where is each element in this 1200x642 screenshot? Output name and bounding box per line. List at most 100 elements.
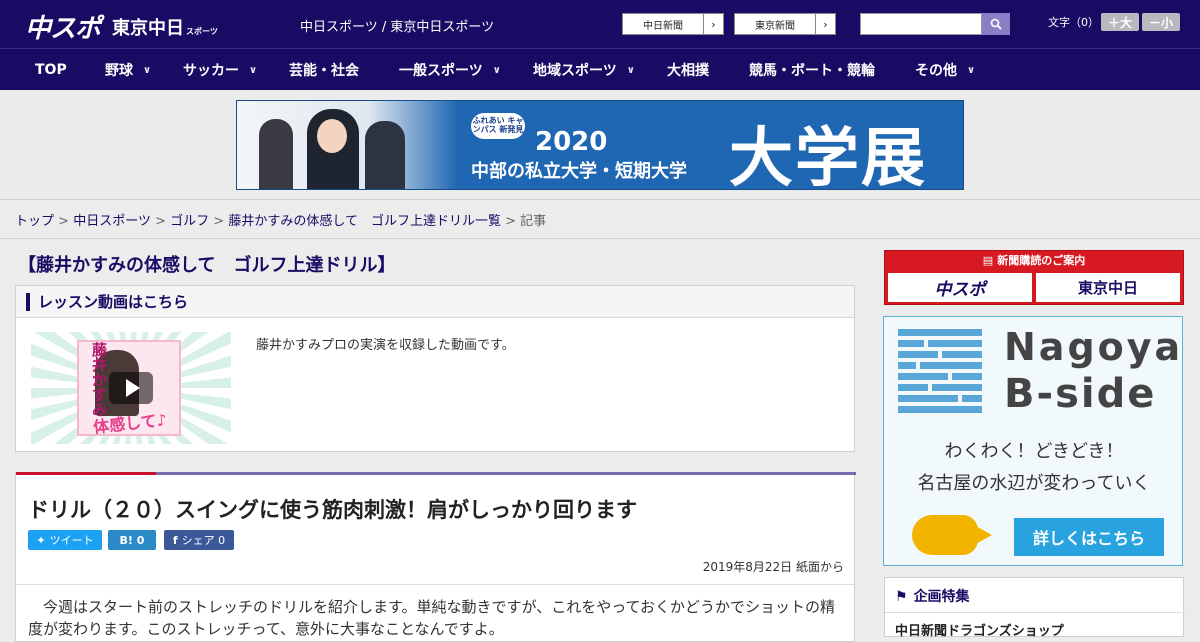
font-size-label: 文字（0） bbox=[1048, 16, 1099, 29]
subscription-heading: ▤ 新聞購読のご案内 bbox=[885, 251, 1183, 269]
twitter-icon: ✦ bbox=[36, 533, 46, 547]
banner-subtitle: 中部の私立大学・短期大学 bbox=[471, 161, 687, 182]
subscribe-tokyo-chunichi: 東京中日 bbox=[1036, 273, 1180, 302]
banner-face bbox=[317, 119, 347, 153]
banner-photo bbox=[237, 101, 457, 189]
chunichi-shimbun-label: 中日新聞 bbox=[643, 20, 683, 32]
chevron-right-icon: › bbox=[703, 14, 723, 34]
search-icon bbox=[990, 18, 1002, 30]
nav-label: 地域スポーツ bbox=[533, 63, 617, 79]
banner-badge: ふれあい キャンパス 新発見 bbox=[471, 113, 525, 139]
breadcrumb-top[interactable]: トップ bbox=[15, 214, 54, 229]
article: ドリル（２０）スイングに使う筋肉刺激！肩がしっかり回ります ✦ ツイート B! 0… bbox=[15, 472, 856, 642]
bside-tagline-1: わくわく！どきどき！ bbox=[944, 441, 1124, 462]
nagoya-bside-banner[interactable]: Nagoya B-side わくわく！どきどき！ 名古屋の水辺が変わっていく 詳… bbox=[883, 316, 1183, 566]
thumb-vertical-text: 藤井かすみ bbox=[90, 342, 108, 417]
breadcrumb-golf[interactable]: ゴルフ bbox=[170, 214, 209, 229]
heading-bar bbox=[26, 292, 30, 311]
bside-cta-button[interactable]: 詳しくはこちら bbox=[1014, 518, 1164, 556]
nav-label: 競馬・ボート・競輪 bbox=[749, 63, 875, 79]
lesson-description: 藤井かすみプロの実演を収録した動画です。 bbox=[256, 338, 515, 353]
nav-item-entertainment[interactable]: 芸能・社会 bbox=[289, 49, 359, 91]
lesson-video-box: レッスン動画はこちら 藤井かすみ 体感して♪ 藤井かすみプロの実演を収録した動画… bbox=[15, 285, 855, 452]
nav-item-baseball[interactable]: 野球 ∨ bbox=[105, 49, 151, 91]
breadcrumb-chunichi-sports[interactable]: 中日スポーツ bbox=[73, 214, 151, 229]
chevron-right-icon: › bbox=[815, 14, 835, 34]
tweet-label: ツイート bbox=[49, 534, 94, 547]
breadcrumb-series[interactable]: 藤井かすみの体感して ゴルフ上達ドリル一覧 bbox=[228, 214, 501, 229]
feature-heading-text: 企画特集 bbox=[913, 589, 970, 605]
lesson-video-thumbnail[interactable]: 藤井かすみ 体感して♪ bbox=[31, 332, 231, 444]
university-fair-banner[interactable]: ふれあい キャンパス 新発見 2020 中部の私立大学・短期大学 大学展 bbox=[236, 100, 964, 190]
banner-year: 2020 bbox=[535, 127, 608, 157]
bside-logo-blocks bbox=[898, 329, 982, 413]
tokyo-shimbun-label: 東京新聞 bbox=[755, 20, 795, 32]
nav-label: 芸能・社会 bbox=[289, 63, 359, 79]
play-icon[interactable] bbox=[109, 372, 153, 404]
nav-item-others[interactable]: その他 ∨ bbox=[915, 49, 975, 91]
ad-banner-area: ふれあい キャンパス 新発見 2020 中部の私立大学・短期大学 大学展 bbox=[0, 90, 1200, 200]
bside-name-line2: B-side bbox=[1004, 371, 1157, 417]
feature-box: ⚑ 企画特集 中日新聞ドラゴンズショップ bbox=[884, 577, 1185, 639]
article-body: 今週はスタート前のストレッチのドリルを紹介します。単純な動きですが、これをやって… bbox=[28, 598, 836, 638]
site-link[interactable]: 中日スポーツ / 東京中日スポーツ bbox=[300, 16, 494, 35]
series-title: 【藤井かすみの体感して ゴルフ上達ドリル】 bbox=[18, 255, 396, 276]
nav-item-top[interactable]: TOP bbox=[35, 49, 67, 91]
hatena-label: B! 0 bbox=[119, 533, 145, 547]
breadcrumb-current: 記事 bbox=[520, 214, 547, 229]
breadcrumb-separator: > bbox=[155, 214, 166, 229]
tweet-button[interactable]: ✦ ツイート bbox=[28, 530, 102, 550]
hatena-bookmark-button[interactable]: B! 0 bbox=[108, 530, 156, 550]
breadcrumb-separator: > bbox=[505, 214, 517, 229]
chevron-down-icon: ∨ bbox=[143, 64, 152, 76]
ribbon-icon: ⚑ bbox=[895, 589, 908, 605]
article-date: 2019年8月22日 紙面から bbox=[702, 560, 844, 574]
article-top-bar-accent bbox=[16, 472, 156, 475]
chevron-down-icon: ∨ bbox=[492, 64, 501, 76]
tokyo-chunichi-logo[interactable]: 東京中日 スポーツ bbox=[112, 14, 218, 40]
nav-label: TOP bbox=[35, 62, 67, 78]
tokyo-shimbun-button[interactable]: 東京新聞 › bbox=[734, 13, 836, 35]
chunichi-sports-logo[interactable]: 中スポ bbox=[25, 8, 101, 45]
ebi-fry-mascot-icon bbox=[912, 515, 992, 555]
divider bbox=[0, 238, 1200, 239]
search-input[interactable] bbox=[860, 13, 982, 35]
subscription-heading-text: 新聞購読のご案内 bbox=[997, 254, 1086, 267]
font-larger-button[interactable]: ＋大 bbox=[1101, 13, 1139, 31]
search-button[interactable] bbox=[982, 13, 1010, 35]
article-top-bar bbox=[16, 472, 856, 475]
bside-tagline-2: 名古屋の水辺が変わっていく bbox=[917, 473, 1151, 494]
font-smaller-button[interactable]: －小 bbox=[1142, 13, 1180, 31]
tokyo-logo-small: スポーツ bbox=[186, 27, 218, 36]
nav-item-general-sports[interactable]: 一般スポーツ ∨ bbox=[399, 49, 501, 91]
divider bbox=[16, 584, 854, 585]
banner-big-text: 大学展 bbox=[729, 122, 927, 190]
nav-item-racing[interactable]: 競馬・ボート・競輪 bbox=[749, 49, 875, 91]
bside-name-line1: Nagoya bbox=[1004, 325, 1184, 369]
chevron-down-icon: ∨ bbox=[249, 64, 258, 76]
lesson-heading-text: レッスン動画はこちら bbox=[38, 293, 189, 311]
banner-person bbox=[365, 121, 405, 189]
feature-heading: ⚑ 企画特集 bbox=[895, 586, 970, 606]
site-header: 中スポ 東京中日 スポーツ 中日スポーツ / 東京中日スポーツ 中日新聞 › 東京… bbox=[0, 0, 1200, 48]
breadcrumb-separator: > bbox=[213, 214, 225, 229]
chevron-down-icon: ∨ bbox=[626, 64, 635, 76]
nav-label: サッカー bbox=[183, 63, 239, 79]
nav-item-regional-sports[interactable]: 地域スポーツ ∨ bbox=[533, 49, 635, 91]
tokyo-logo-text: 東京中日 bbox=[112, 18, 184, 39]
facebook-share-button[interactable]: f シェア 0 bbox=[164, 530, 234, 550]
nav-item-soccer[interactable]: サッカー ∨ bbox=[183, 49, 257, 91]
nav-label: 野球 bbox=[105, 63, 133, 79]
nav-item-sumo[interactable]: 大相撲 bbox=[667, 49, 709, 91]
nav-label: 大相撲 bbox=[667, 63, 709, 79]
facebook-icon: f bbox=[172, 533, 178, 547]
chunichi-shimbun-button[interactable]: 中日新聞 › bbox=[622, 13, 724, 35]
facebook-label: シェア 0 bbox=[181, 534, 226, 547]
main-nav: TOP 野球 ∨ サッカー ∨ 芸能・社会 一般スポーツ ∨ 地域スポーツ ∨ 大相撲 … bbox=[0, 48, 1200, 90]
nav-label: 一般スポーツ bbox=[399, 63, 483, 79]
newspaper-icon: ▤ bbox=[982, 253, 994, 267]
chevron-down-icon: ∨ bbox=[967, 64, 976, 76]
lesson-heading: レッスン動画はこちら bbox=[16, 286, 854, 318]
subscription-banner[interactable]: ▤ 新聞購読のご案内 中スポ 東京中日 bbox=[884, 250, 1184, 305]
subscribe-chunichi-sports: 中スポ bbox=[888, 273, 1032, 302]
